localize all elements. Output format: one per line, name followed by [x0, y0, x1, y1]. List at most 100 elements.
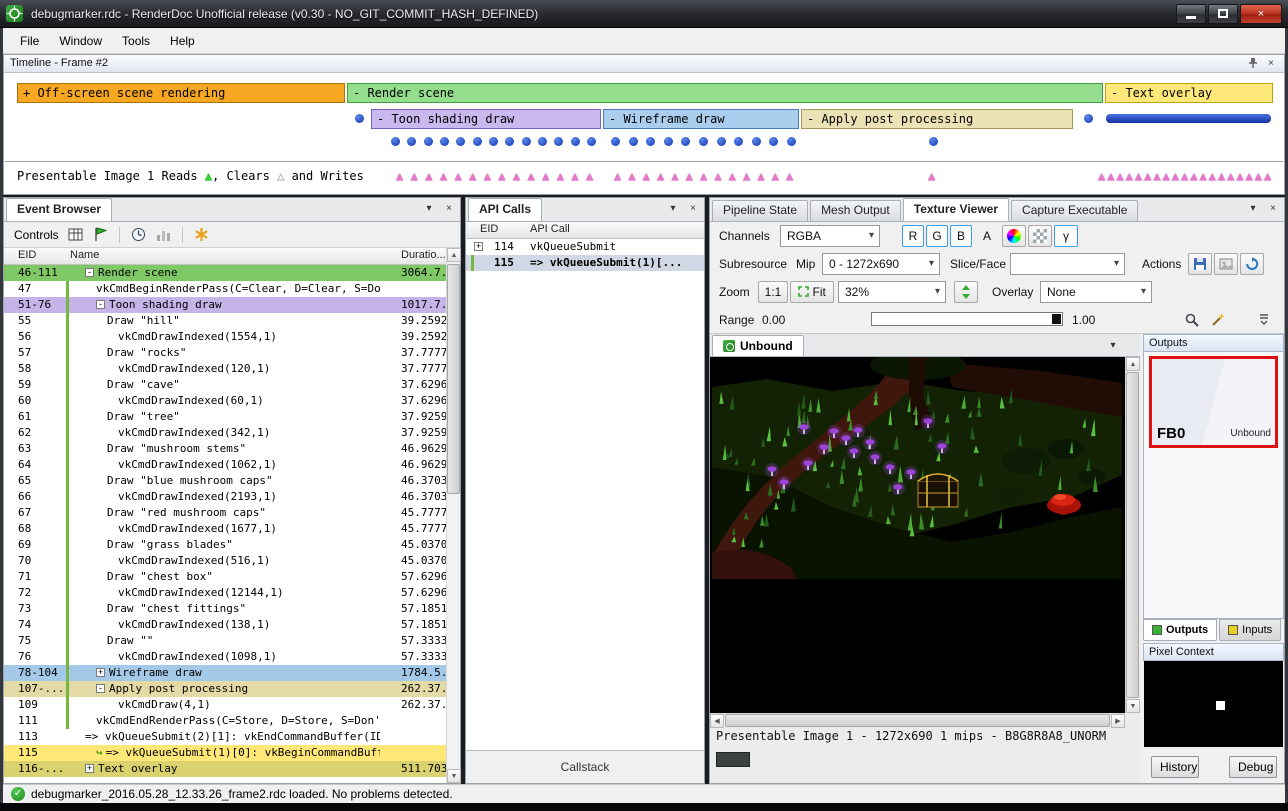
- event-row-109[interactable]: 109vkCmdDraw(4,1)262.37...: [4, 697, 446, 713]
- write-marker-triangle[interactable]: ▲: [729, 169, 736, 183]
- event-row-64[interactable]: 64vkCmdDrawIndexed(1062,1)46.96296: [4, 457, 446, 473]
- timeline-draw-dot[interactable]: [681, 137, 690, 146]
- timeline-draw-dot[interactable]: [440, 137, 449, 146]
- timeline-draw-dot[interactable]: [355, 114, 364, 123]
- timeline-bar-wireframe-draw[interactable]: - Wireframe draw: [603, 109, 799, 129]
- event-browser-scrollbar[interactable]: ▲ ▼: [446, 248, 460, 783]
- texture-display[interactable]: [710, 357, 1125, 713]
- alpha-channel-button[interactable]: A: [976, 225, 998, 247]
- range-slider[interactable]: [871, 312, 1063, 326]
- write-marker-triangle[interactable]: ▲: [1218, 169, 1225, 183]
- event-row-63[interactable]: 63Draw "mushroom stems"46.96296: [4, 441, 446, 457]
- write-marker-triangle[interactable]: ▲: [454, 169, 461, 183]
- api-calls-menu-icon[interactable]: ▾: [666, 202, 680, 216]
- write-marker-triangle[interactable]: ▲: [440, 169, 447, 183]
- write-marker-triangle[interactable]: ▲: [513, 169, 520, 183]
- maximize-button[interactable]: [1208, 4, 1238, 24]
- write-marker-triangle[interactable]: ▲: [411, 169, 418, 183]
- event-row-71[interactable]: 71Draw "chest box"57.62963: [4, 569, 446, 585]
- timeline-draw-dot[interactable]: [424, 137, 433, 146]
- menu-help[interactable]: Help: [161, 30, 204, 52]
- blue-channel-button[interactable]: B: [950, 225, 972, 247]
- scroll-right-icon[interactable]: ▶: [1111, 714, 1125, 728]
- event-row-59[interactable]: 59Draw "cave"37.62963: [4, 377, 446, 393]
- write-marker-triangle[interactable]: ▲: [1172, 169, 1179, 183]
- timeline-draw-dot[interactable]: [489, 137, 498, 146]
- timeline-draw-dot[interactable]: [587, 137, 596, 146]
- callstack-section[interactable]: Callstack: [466, 750, 704, 783]
- timeline-draw-dot[interactable]: [629, 137, 638, 146]
- slice-face-dropdown[interactable]: [1010, 253, 1125, 275]
- write-marker-triangle[interactable]: ▲: [1153, 169, 1160, 183]
- write-marker-triangle[interactable]: ▲: [557, 169, 564, 183]
- event-row-66[interactable]: 66vkCmdDrawIndexed(2193,1)46.37037: [4, 489, 446, 505]
- scroll-thumb[interactable]: [1126, 372, 1139, 698]
- event-row-111[interactable]: 111vkCmdEndRenderPass(C=Store, D=Store, …: [4, 713, 446, 729]
- event-row-116-...[interactable]: 116-...+Text overlay511.7037: [4, 761, 446, 777]
- event-row-61[interactable]: 61Draw "tree"37.92593: [4, 409, 446, 425]
- timeline-bar-toon-shading-draw[interactable]: - Toon shading draw: [371, 109, 601, 129]
- write-marker-triangle[interactable]: ▲: [628, 169, 635, 183]
- timeline-draw-dot[interactable]: [407, 137, 416, 146]
- range-slider-handle[interactable]: [1052, 314, 1061, 324]
- timeline-draw-dot[interactable]: [929, 137, 938, 146]
- write-marker-triangle[interactable]: ▲: [469, 169, 476, 183]
- tab-api-calls[interactable]: API Calls: [468, 198, 542, 221]
- api-calls-close-icon[interactable]: ×: [686, 202, 700, 216]
- red-channel-button[interactable]: R: [902, 225, 924, 247]
- event-row-74[interactable]: 74vkCmdDrawIndexed(138,1)57.18518: [4, 617, 446, 633]
- event-row-113[interactable]: 113=> vkQueueSubmit(2)[1]: vkEndCommandB…: [4, 729, 446, 745]
- pixel-context-view[interactable]: [1144, 661, 1283, 747]
- zoom-dropdown[interactable]: 32%: [838, 281, 946, 303]
- timeline-draw-dot[interactable]: [787, 137, 796, 146]
- debug-button[interactable]: Debug: [1229, 756, 1277, 778]
- timeline-draw-dot[interactable]: [646, 137, 655, 146]
- event-row-55[interactable]: 55Draw "hill"39.25926: [4, 313, 446, 329]
- goto-resource-icon[interactable]: [1240, 253, 1264, 275]
- write-marker-triangle[interactable]: ▲: [528, 169, 535, 183]
- timeline-bar-render-scene[interactable]: - Render scene: [347, 83, 1103, 103]
- event-row-76[interactable]: 76vkCmdDrawIndexed(1098,1)57.33333: [4, 649, 446, 665]
- event-row-62[interactable]: 62vkCmdDrawIndexed(342,1)37.92593: [4, 425, 446, 441]
- event-row-58[interactable]: 58vkCmdDrawIndexed(120,1)37.77778: [4, 361, 446, 377]
- bookmark-flag-icon[interactable]: [92, 226, 109, 243]
- timeline-draw-dot[interactable]: [769, 137, 778, 146]
- minimize-button[interactable]: [1176, 4, 1206, 24]
- timeline-bar-apply-post-processing[interactable]: - Apply post processing: [801, 109, 1073, 129]
- event-row-107-...[interactable]: 107-...-Apply post processing262.37...: [4, 681, 446, 697]
- write-marker-triangle[interactable]: ▲: [1227, 169, 1234, 183]
- menu-window[interactable]: Window: [50, 30, 111, 52]
- tab-mesh-output[interactable]: Mesh Output: [810, 200, 901, 221]
- color-wheel-icon[interactable]: [1002, 225, 1026, 247]
- scroll-thumb[interactable]: [447, 264, 460, 494]
- write-marker-triangle[interactable]: ▲: [571, 169, 578, 183]
- write-marker-triangle[interactable]: ▲: [700, 169, 707, 183]
- write-marker-triangle[interactable]: ▲: [1236, 169, 1243, 183]
- timeline-draw-dot[interactable]: [473, 137, 482, 146]
- event-row-70[interactable]: 70vkCmdDrawIndexed(516,1)45.03704: [4, 553, 446, 569]
- timeline-draw-dot[interactable]: [611, 137, 620, 146]
- texture-tab-unbound[interactable]: Unbound: [712, 335, 804, 356]
- event-row-75[interactable]: 75Draw ""57.33333: [4, 633, 446, 649]
- timeline-draw-dot[interactable]: [664, 137, 673, 146]
- write-marker-triangle[interactable]: ▲: [396, 169, 403, 183]
- event-row-65[interactable]: 65Draw "blue mushroom caps"46.37037: [4, 473, 446, 489]
- gamma-button[interactable]: γ: [1054, 225, 1078, 247]
- timeline-draw-dot[interactable]: [752, 137, 761, 146]
- expander-icon[interactable]: -: [96, 684, 105, 693]
- green-channel-button[interactable]: G: [926, 225, 948, 247]
- expander-icon[interactable]: +: [96, 668, 105, 677]
- tab-texture-viewer[interactable]: Texture Viewer: [903, 198, 1009, 221]
- write-marker-triangle[interactable]: ▲: [586, 169, 593, 183]
- right-panel-menu-icon[interactable]: ▾: [1246, 202, 1260, 216]
- texture-vscroll[interactable]: ▲ ▼: [1125, 357, 1139, 713]
- col-duration[interactable]: Duratio...: [401, 249, 446, 261]
- tab-capture-executable[interactable]: Capture Executable: [1011, 200, 1138, 221]
- scroll-thumb[interactable]: [725, 714, 1110, 727]
- texture-hscroll[interactable]: ◀ ▶: [710, 713, 1125, 727]
- event-row-68[interactable]: 68vkCmdDrawIndexed(1677,1)45.77778: [4, 521, 446, 537]
- event-row-46-111[interactable]: 46-111-Render scene3064.7...: [4, 265, 446, 281]
- scroll-up-icon[interactable]: ▲: [447, 248, 461, 262]
- time-draws-icon[interactable]: [130, 226, 147, 243]
- write-marker-triangle[interactable]: ▲: [671, 169, 678, 183]
